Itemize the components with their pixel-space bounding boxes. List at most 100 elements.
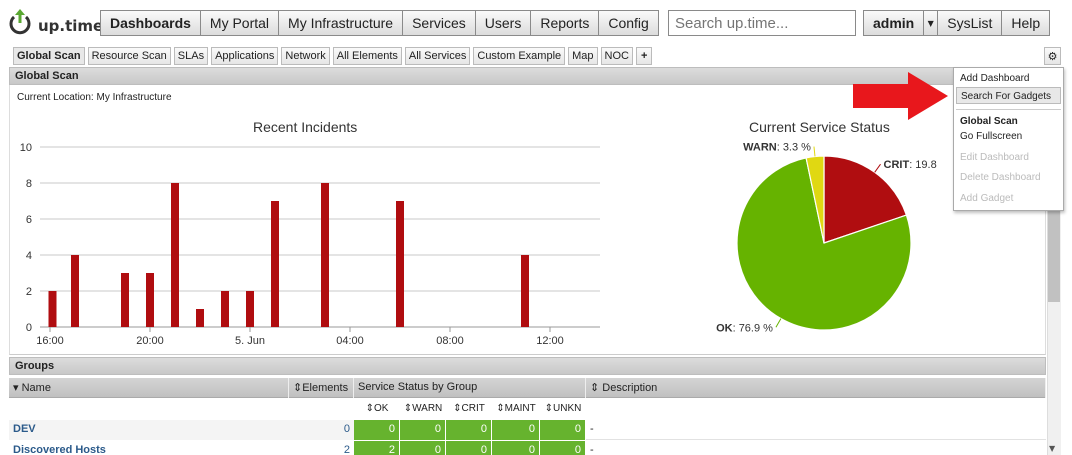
tab-all-elements[interactable]: All Elements [332,47,402,65]
scrollbar-thumb[interactable] [1048,210,1060,302]
user-button[interactable]: admin [863,10,925,36]
user-nav: admin ▼ SysList Help [863,10,1051,36]
x-tick-label: 20:00 [136,335,164,347]
group-elements-count[interactable]: 2 [289,441,354,455]
col-status: Service Status by Group [354,378,586,398]
search-input[interactable] [668,10,856,36]
status-warn-count[interactable]: 0 [400,420,446,440]
sort-icon: ⇕ [365,403,374,414]
incident-bar[interactable] [48,291,57,327]
x-tick-label: 16:00 [36,335,64,347]
tab-map[interactable]: Map [568,47,598,65]
status-warn-count[interactable]: 0 [400,441,446,455]
col-name[interactable]: ▾ Name [9,378,289,398]
menu-go-fullscreen[interactable]: Go Fullscreen [956,128,1061,145]
logo-text: up.time [38,17,104,35]
status-col-warn[interactable]: ⇕WARN [400,400,446,418]
incident-bar[interactable] [396,201,404,327]
nav-reports[interactable]: Reports [531,10,600,36]
table-row: Discovered Hosts 2 2 0 0 0 0 - [9,441,1046,455]
status-maint-count[interactable]: 0 [492,420,540,440]
pie-label-connector [813,146,816,157]
incident-bar[interactable] [71,255,79,327]
nav-dashboards[interactable]: Dashboards [100,10,201,36]
tab-slas[interactable]: SLAs [173,47,209,65]
sort-icon: ⇕ [453,403,462,414]
group-name-link[interactable]: Discovered Hosts [9,441,289,455]
syslist-button[interactable]: SysList [938,10,1003,36]
status-col-unkn[interactable]: ⇕UNKN [540,400,586,418]
incident-bar[interactable] [521,255,529,327]
tab-resource-scan[interactable]: Resource Scan [87,47,171,65]
col-name-label: Name [21,382,51,394]
tab-network[interactable]: Network [281,47,330,65]
status-crit-count[interactable]: 0 [446,441,492,455]
x-tick-label: 5. Jun [235,335,265,347]
help-button[interactable]: Help [1002,10,1051,36]
groups-header: Groups [9,357,1046,375]
status-ok-count[interactable]: 2 [354,441,400,455]
status-col-label: OK [373,403,389,414]
pie-label-crit: CRIT: 19.8 [884,159,937,171]
nav-config[interactable]: Config [599,10,659,36]
sort-icon: ⇕ [544,403,554,414]
col-elements[interactable]: ⇕Elements [289,378,354,398]
gear-icon[interactable]: ⚙ [1044,47,1061,65]
pie-label-connector [775,318,782,328]
sort-desc-icon: ▾ [13,382,19,394]
incident-bar[interactable] [171,183,179,327]
incident-bar[interactable] [121,273,129,327]
status-maint-count[interactable]: 0 [492,441,540,455]
incident-bar[interactable] [271,201,279,327]
incident-bar[interactable] [196,309,204,327]
status-col-label: CRIT [461,403,485,414]
x-tick-label: 04:00 [336,335,364,347]
status-ok-count[interactable]: 0 [354,420,400,440]
group-elements-count[interactable]: 0 [289,420,354,440]
dashboard-tabs: Global Scan Resource Scan SLAs Applicati… [0,46,1072,66]
nav-my-infrastructure[interactable]: My Infrastructure [279,10,404,36]
menu-divider [956,109,1061,110]
y-tick-label: 6 [26,214,32,226]
status-unkn-count[interactable]: 0 [540,420,586,440]
y-tick-label: 4 [26,250,32,262]
incident-bar[interactable] [321,183,329,327]
incident-bar[interactable] [221,291,229,327]
col-description[interactable]: ⇕ Description [586,378,1046,398]
user-dropdown-arrow-icon[interactable]: ▼ [924,10,939,36]
pie-label-connector [874,163,881,173]
y-tick-label: 2 [26,286,32,298]
tab-applications[interactable]: Applications [211,47,279,65]
status-col-maint[interactable]: ⇕MAINT [492,400,540,418]
tab-all-services[interactable]: All Services [404,47,471,65]
tab-noc[interactable]: NOC [600,47,633,65]
incident-bar[interactable] [246,291,254,327]
tab-custom-example[interactable]: Custom Example [473,47,566,65]
nav-users[interactable]: Users [475,10,532,36]
group-description: - [590,444,594,455]
status-unkn-count[interactable]: 0 [540,441,586,455]
pie-label-ok: OK: 76.9 % [716,322,773,334]
menu-search-for-gadgets[interactable]: Search For Gadgets [956,87,1061,104]
incident-bar[interactable] [146,273,154,327]
sort-icon: ⇕ [403,403,413,414]
x-tick-label: 12:00 [536,335,564,347]
uptime-logo[interactable]: up.time [8,7,103,39]
sort-icon: ⇕ [496,403,505,414]
nav-services[interactable]: Services [403,10,476,36]
menu-add-dashboard[interactable]: Add Dashboard [956,70,1061,87]
scroll-down-icon[interactable]: ▼ [1049,444,1055,453]
status-crit-count[interactable]: 0 [446,420,492,440]
group-name-link[interactable]: DEV [9,420,289,440]
status-col-ok[interactable]: ⇕OK [354,400,400,418]
col-elements-label: Elements [302,382,349,394]
tab-global-scan[interactable]: Global Scan [13,47,85,65]
y-tick-label: 8 [26,178,32,190]
status-pie-chart: CRIT: 19.8 OK: 76.9 % WARN: 3.3 % [716,142,937,335]
status-col-crit[interactable]: ⇕CRIT [446,400,492,418]
nav-my-portal[interactable]: My Portal [200,10,280,36]
add-tab-button[interactable]: + [636,47,653,65]
main-nav: Dashboards My Portal My Infrastructure S… [100,10,659,36]
status-col-label: UNKN [553,403,582,414]
power-logo-icon [9,9,31,35]
